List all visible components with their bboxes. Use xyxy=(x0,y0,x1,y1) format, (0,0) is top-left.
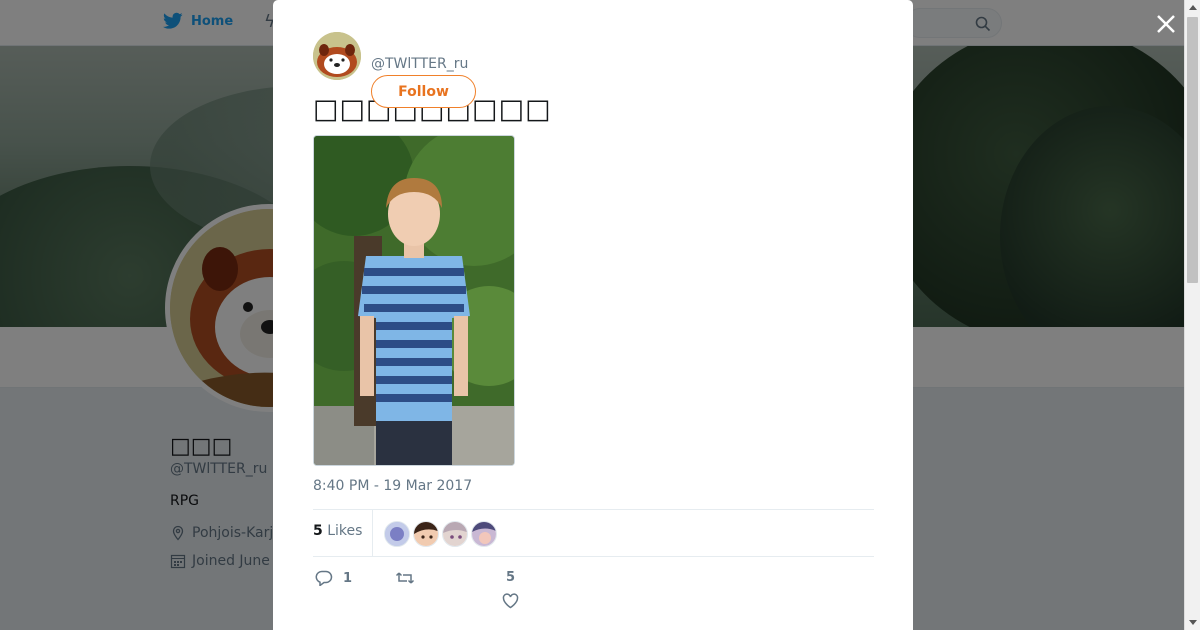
scroll-up-arrow[interactable] xyxy=(1189,5,1197,10)
scroll-down-arrow[interactable] xyxy=(1189,620,1197,625)
liker-avatar[interactable] xyxy=(442,521,468,547)
stats-divider xyxy=(372,510,373,556)
scroll-thumb[interactable] xyxy=(1187,17,1198,283)
likes-label: Likes xyxy=(327,523,363,539)
retweet-button[interactable] xyxy=(395,570,425,586)
like-button[interactable]: 5 xyxy=(502,570,519,609)
tweet-modal: @TWlTTER_ru □□□□□□□□□ Follow 8:40 PM - 1… xyxy=(273,0,913,630)
liker-avatar[interactable] xyxy=(471,521,497,547)
liker-avatar[interactable] xyxy=(384,521,410,547)
tweet-photo[interactable] xyxy=(313,135,515,466)
tweet-author-avatar[interactable] xyxy=(313,32,361,80)
like-count: 5 xyxy=(505,570,516,585)
tweet-actions: 1 5 xyxy=(313,566,874,616)
follow-button[interactable]: Follow xyxy=(371,75,476,108)
liker-avatar[interactable] xyxy=(413,521,439,547)
tweet-stats: 5 Likes xyxy=(313,509,874,557)
retweet-icon xyxy=(395,572,415,584)
close-icon xyxy=(1157,15,1175,33)
tweet-author-handle[interactable]: @TWlTTER_ru xyxy=(371,56,468,72)
likes-stat[interactable]: 5 Likes xyxy=(313,523,362,539)
reply-count: 1 xyxy=(343,570,353,586)
heart-icon xyxy=(502,593,519,609)
reply-icon xyxy=(315,570,333,586)
reply-button[interactable]: 1 xyxy=(315,570,352,586)
likes-count: 5 xyxy=(313,523,323,539)
close-modal-button[interactable] xyxy=(1152,10,1180,38)
page-scrollbar[interactable] xyxy=(1184,0,1200,630)
tweet-timestamp[interactable]: 8:40 PM - 19 Mar 2017 xyxy=(313,478,472,494)
